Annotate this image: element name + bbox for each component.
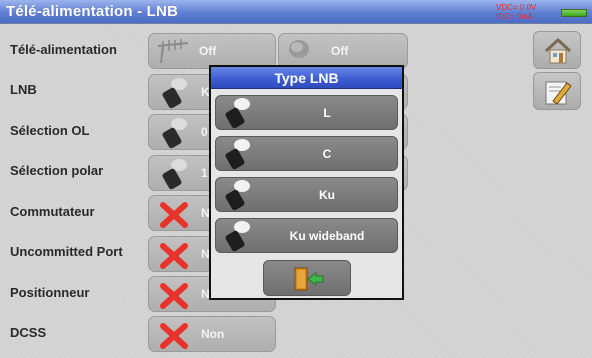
label-positionneur: Positionneur	[10, 285, 90, 300]
red-x-icon	[160, 202, 188, 228]
title-bar: Télé-alimentation - LNB VDC= 0.0V IDC= 0…	[0, 0, 592, 24]
exit-button[interactable]	[263, 260, 351, 296]
selection-ol-value: 0	[201, 125, 208, 139]
label-uncommitted-port: Uncommitted Port	[10, 244, 123, 259]
battery-icon	[561, 9, 587, 17]
dcss-value: Non	[201, 327, 225, 341]
label-lnb: LNB	[10, 82, 37, 97]
option-l[interactable]: L	[215, 95, 398, 130]
tele-alimentation-value-2: Off	[331, 44, 349, 58]
antenna-icon	[157, 39, 189, 64]
lnb-icon	[225, 139, 250, 170]
lnb-icon	[162, 78, 187, 109]
option-l-label: L	[323, 106, 331, 120]
lnb-icon	[225, 221, 250, 252]
dcss-button[interactable]: Non	[148, 316, 276, 352]
option-c[interactable]: C	[215, 136, 398, 171]
option-ku-wideband-label: Ku wideband	[289, 229, 365, 243]
tele-alimentation-button[interactable]: Off	[148, 33, 276, 69]
lnb-icon	[162, 118, 187, 149]
voltage-readout: VDC= 0.0V	[496, 3, 537, 12]
selection-polar-value: 1	[201, 166, 208, 180]
option-ku[interactable]: Ku	[215, 177, 398, 212]
edit-button[interactable]	[533, 72, 581, 110]
tele-alimentation-button-2[interactable]: Off	[278, 33, 408, 69]
option-c-label: C	[322, 147, 332, 161]
lnb-icon	[225, 180, 250, 211]
label-commutateur: Commutateur	[10, 204, 95, 219]
label-selection-polar: Sélection polar	[10, 163, 104, 178]
lnb-icon	[225, 98, 250, 129]
red-x-icon	[160, 243, 188, 269]
satellite-dish-icon	[289, 40, 309, 58]
exit-door-icon	[294, 267, 324, 291]
tele-alimentation-value: Off	[199, 44, 217, 58]
current-readout: IDC= 0mA	[496, 12, 534, 21]
window-title: Télé-alimentation - LNB	[6, 3, 179, 20]
label-dcss: DCSS	[10, 325, 47, 340]
red-x-icon	[160, 283, 188, 309]
label-tele-alimentation: Télé-alimentation	[10, 42, 117, 57]
label-selection-ol: Sélection OL	[10, 123, 90, 138]
option-ku-label: Ku	[319, 188, 335, 202]
home-button[interactable]	[533, 31, 581, 69]
screen: Télé-alimentation - LNB VDC= 0.0V IDC= 0…	[0, 0, 592, 358]
red-x-icon	[160, 323, 188, 349]
home-icon	[544, 38, 572, 64]
lnb-icon	[162, 159, 187, 190]
power-status: VDC= 0.0V IDC= 0mA	[496, 3, 536, 21]
dialog-title: Type LNB	[211, 67, 402, 89]
option-ku-wideband[interactable]: Ku wideband	[215, 218, 398, 253]
type-lnb-dialog: Type LNB L C Ku Ku wideband	[209, 65, 404, 300]
edit-icon	[545, 81, 572, 105]
